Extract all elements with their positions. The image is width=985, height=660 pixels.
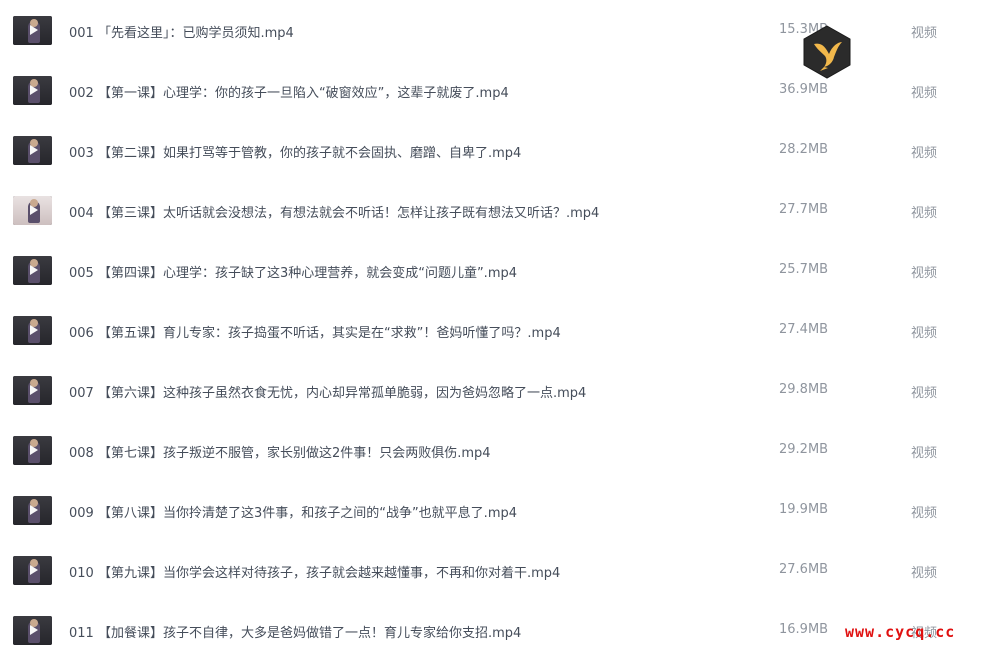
file-name[interactable]: 010 【第九课】当你学会这样对待孩子，孩子就会越来越懂事，不再和你对着干.mp…: [69, 562, 560, 581]
file-row[interactable]: 011 【加餐课】孩子不自律，大多是爸妈做错了一点！育儿专家给你支招.mp4 16…: [0, 600, 985, 660]
file-row[interactable]: 008 【第七课】孩子叛逆不服管，家长别做这2件事！只会两败俱伤.mp4 29.2…: [0, 420, 985, 480]
file-name[interactable]: 001 「先看这里」：已购学员须知.mp4: [69, 22, 294, 41]
play-icon: [30, 385, 38, 395]
video-thumbnail[interactable]: [13, 616, 52, 645]
video-thumbnail[interactable]: [13, 556, 52, 585]
file-name[interactable]: 006 【第五课】育儿专家：孩子捣蛋不听话，其实是在“求救”！爸妈听懂了吗？.m…: [69, 322, 561, 341]
file-type: 视频: [911, 266, 938, 281]
file-size: 19.9MB: [779, 502, 829, 517]
file-name[interactable]: 007 【第六课】这种孩子虽然衣食无忧，内心却异常孤单脆弱，因为爸妈忽略了一点.…: [69, 382, 586, 401]
file-size: 25.7MB: [779, 262, 829, 277]
bird-logo-icon: [803, 25, 851, 79]
play-icon: [30, 25, 38, 35]
video-thumbnail[interactable]: [13, 316, 52, 345]
file-type: 视频: [911, 26, 938, 41]
play-icon: [30, 505, 38, 515]
file-row[interactable]: 007 【第六课】这种孩子虽然衣食无忧，内心却异常孤单脆弱，因为爸妈忽略了一点.…: [0, 360, 985, 420]
file-size: 29.2MB: [779, 442, 829, 457]
file-size: 27.4MB: [779, 322, 829, 337]
file-row[interactable]: 004 【第三课】太听话就会没想法，有想法就会不听话！怎样让孩子既有想法又听话？…: [0, 180, 985, 240]
play-icon: [30, 205, 38, 215]
file-name[interactable]: 005 【第四课】心理学：孩子缺了这3种心理营养，就会变成“问题儿童”.mp4: [69, 262, 517, 281]
file-row[interactable]: 006 【第五课】育儿专家：孩子捣蛋不听话，其实是在“求救”！爸妈听懂了吗？.m…: [0, 300, 985, 360]
file-name[interactable]: 004 【第三课】太听话就会没想法，有想法就会不听话！怎样让孩子既有想法又听话？…: [69, 202, 599, 221]
file-type: 视频: [911, 506, 938, 521]
play-icon: [30, 625, 38, 635]
video-thumbnail[interactable]: [13, 196, 52, 225]
file-size: 36.9MB: [779, 82, 829, 97]
file-type: 视频: [911, 566, 938, 581]
file-row[interactable]: 009 【第八课】当你拎清楚了这3件事，和孩子之间的“战争”也就平息了.mp4 1…: [0, 480, 985, 540]
video-thumbnail[interactable]: [13, 376, 52, 405]
file-type: 视频: [911, 86, 938, 101]
play-icon: [30, 265, 38, 275]
video-thumbnail[interactable]: [13, 76, 52, 105]
play-icon: [30, 445, 38, 455]
video-thumbnail[interactable]: [13, 436, 52, 465]
file-name[interactable]: 011 【加餐课】孩子不自律，大多是爸妈做错了一点！育儿专家给你支招.mp4: [69, 622, 521, 641]
file-size: 29.8MB: [779, 382, 829, 397]
video-thumbnail[interactable]: [13, 496, 52, 525]
file-size: 28.2MB: [779, 142, 829, 157]
video-thumbnail[interactable]: [13, 16, 52, 45]
file-row[interactable]: 003 【第二课】如果打骂等于管教，你的孩子就不会固执、磨蹭、自卑了.mp4 28…: [0, 120, 985, 180]
file-size: 16.9MB: [779, 622, 829, 637]
file-type: 视频: [911, 206, 938, 221]
play-icon: [30, 565, 38, 575]
file-type: 视频: [911, 386, 938, 401]
file-name[interactable]: 002 【第一课】心理学：你的孩子一旦陷入“破窗效应”，这辈子就废了.mp4: [69, 82, 509, 101]
file-name[interactable]: 008 【第七课】孩子叛逆不服管，家长别做这2件事！只会两败俱伤.mp4: [69, 442, 491, 461]
file-name[interactable]: 009 【第八课】当你拎清楚了这3件事，和孩子之间的“战争”也就平息了.mp4: [69, 502, 517, 521]
watermark-text: www.cycq.cc: [845, 623, 956, 641]
file-row[interactable]: 005 【第四课】心理学：孩子缺了这3种心理营养，就会变成“问题儿童”.mp4 2…: [0, 240, 985, 300]
file-name[interactable]: 003 【第二课】如果打骂等于管教，你的孩子就不会固执、磨蹭、自卑了.mp4: [69, 142, 521, 161]
file-type: 视频: [911, 326, 938, 341]
video-thumbnail[interactable]: [13, 136, 52, 165]
play-icon: [30, 325, 38, 335]
file-type: 视频: [911, 446, 938, 461]
file-row[interactable]: 010 【第九课】当你学会这样对待孩子，孩子就会越来越懂事，不再和你对着干.mp…: [0, 540, 985, 600]
file-type: 视频: [911, 146, 938, 161]
file-size: 27.6MB: [779, 562, 829, 577]
play-icon: [30, 85, 38, 95]
file-size: 27.7MB: [779, 202, 829, 217]
video-thumbnail[interactable]: [13, 256, 52, 285]
play-icon: [30, 145, 38, 155]
